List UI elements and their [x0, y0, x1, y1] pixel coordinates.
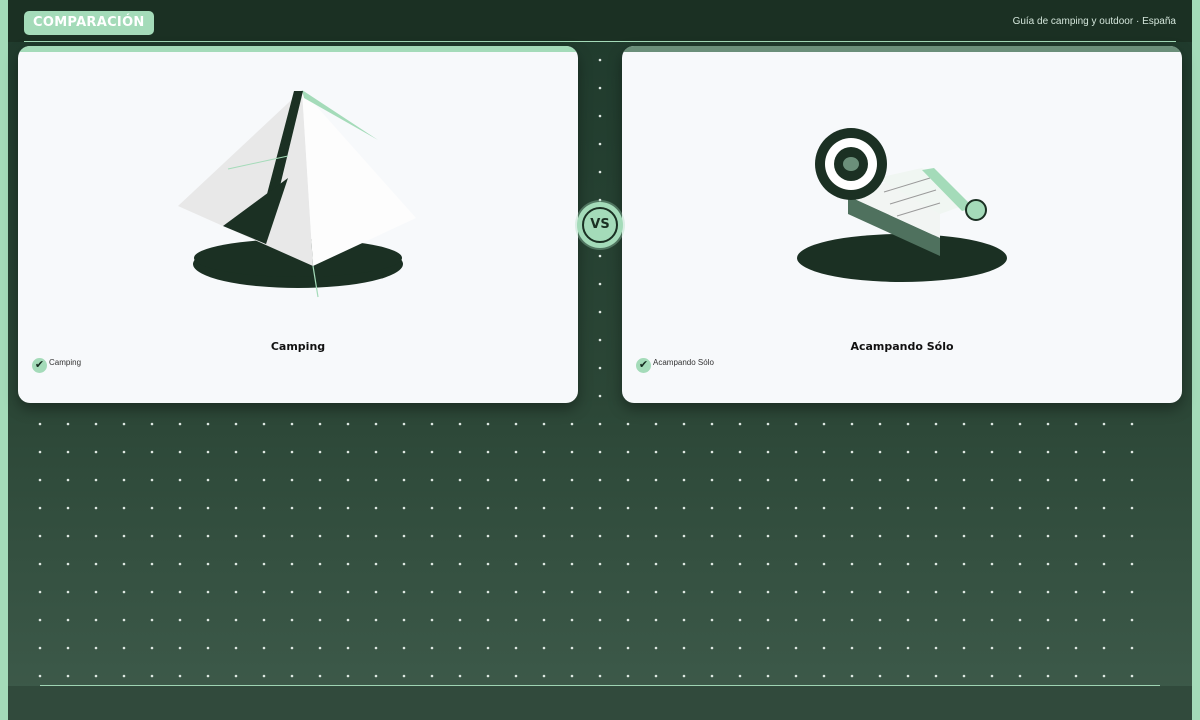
header-subtitle: Guía de camping y outdoor · España — [1012, 16, 1176, 27]
left-accent-edge — [0, 0, 8, 720]
card-title: Acampando Sólo — [850, 340, 954, 353]
right-accent-edge — [1192, 0, 1200, 720]
header-divider — [24, 41, 1176, 42]
comparison-card-camping: Camping ✔ Camping — [18, 46, 578, 403]
footer-band — [8, 686, 1192, 720]
check-icon: ✔ — [32, 358, 47, 373]
comparison-card-solo: Acampando Sólo ✔ Acampando Sólo — [622, 46, 1182, 403]
tent-icon — [178, 90, 416, 298]
vs-label: VS — [582, 207, 618, 243]
page-badge: COMPARACIÓN — [24, 11, 154, 35]
check-label: Camping — [49, 358, 82, 367]
sleeping-bag-icon — [797, 128, 1007, 282]
check-icon: ✔ — [636, 358, 651, 373]
card-title: Camping — [270, 340, 326, 353]
vs-badge: VS — [577, 202, 623, 248]
check-label: Acampando Sólo — [653, 358, 714, 367]
